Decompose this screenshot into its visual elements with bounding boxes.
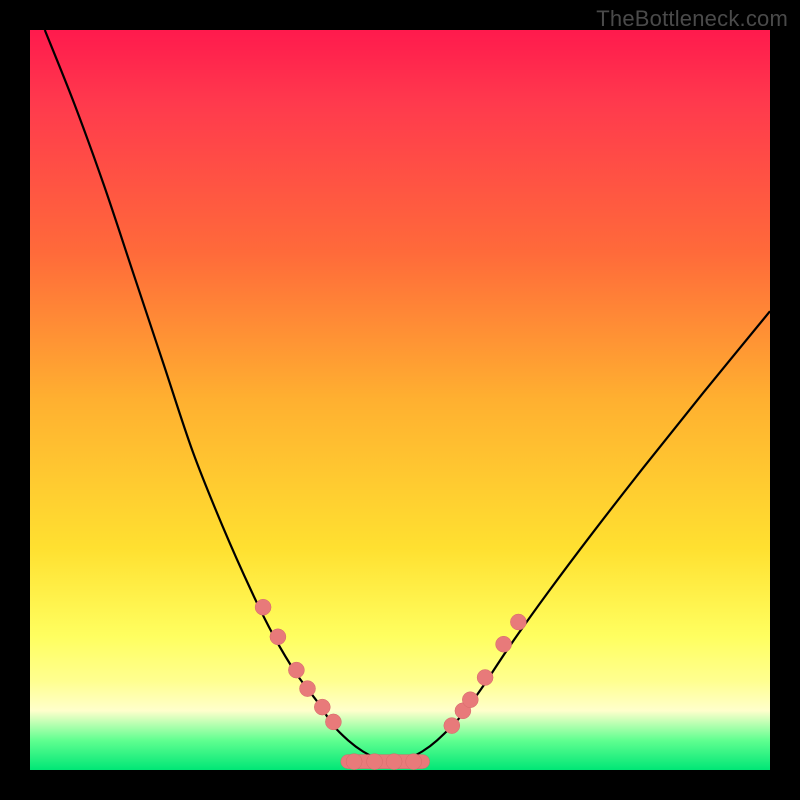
- marker-dot-left: [255, 599, 271, 615]
- marker-dot-left: [288, 662, 304, 678]
- bottom-marker: [386, 754, 402, 770]
- watermark-text: TheBottleneck.com: [596, 6, 788, 32]
- marker-dot-right: [444, 718, 460, 734]
- bottom-marker: [406, 754, 422, 770]
- marker-dot-left: [300, 681, 316, 697]
- bottom-marker: [367, 754, 383, 770]
- bottom-marker: [346, 754, 362, 770]
- bottleneck-curve: [45, 30, 770, 763]
- marker-dot-right: [477, 670, 493, 686]
- marker-dot-left: [325, 714, 341, 730]
- marker-dot-right: [462, 692, 478, 708]
- chart-svg: [30, 30, 770, 770]
- marker-dot-right: [496, 636, 512, 652]
- plot-area: [30, 30, 770, 770]
- marker-dot-right: [510, 614, 526, 630]
- marker-dot-left: [270, 629, 286, 645]
- chart-frame: TheBottleneck.com: [0, 0, 800, 800]
- marker-dot-left: [314, 699, 330, 715]
